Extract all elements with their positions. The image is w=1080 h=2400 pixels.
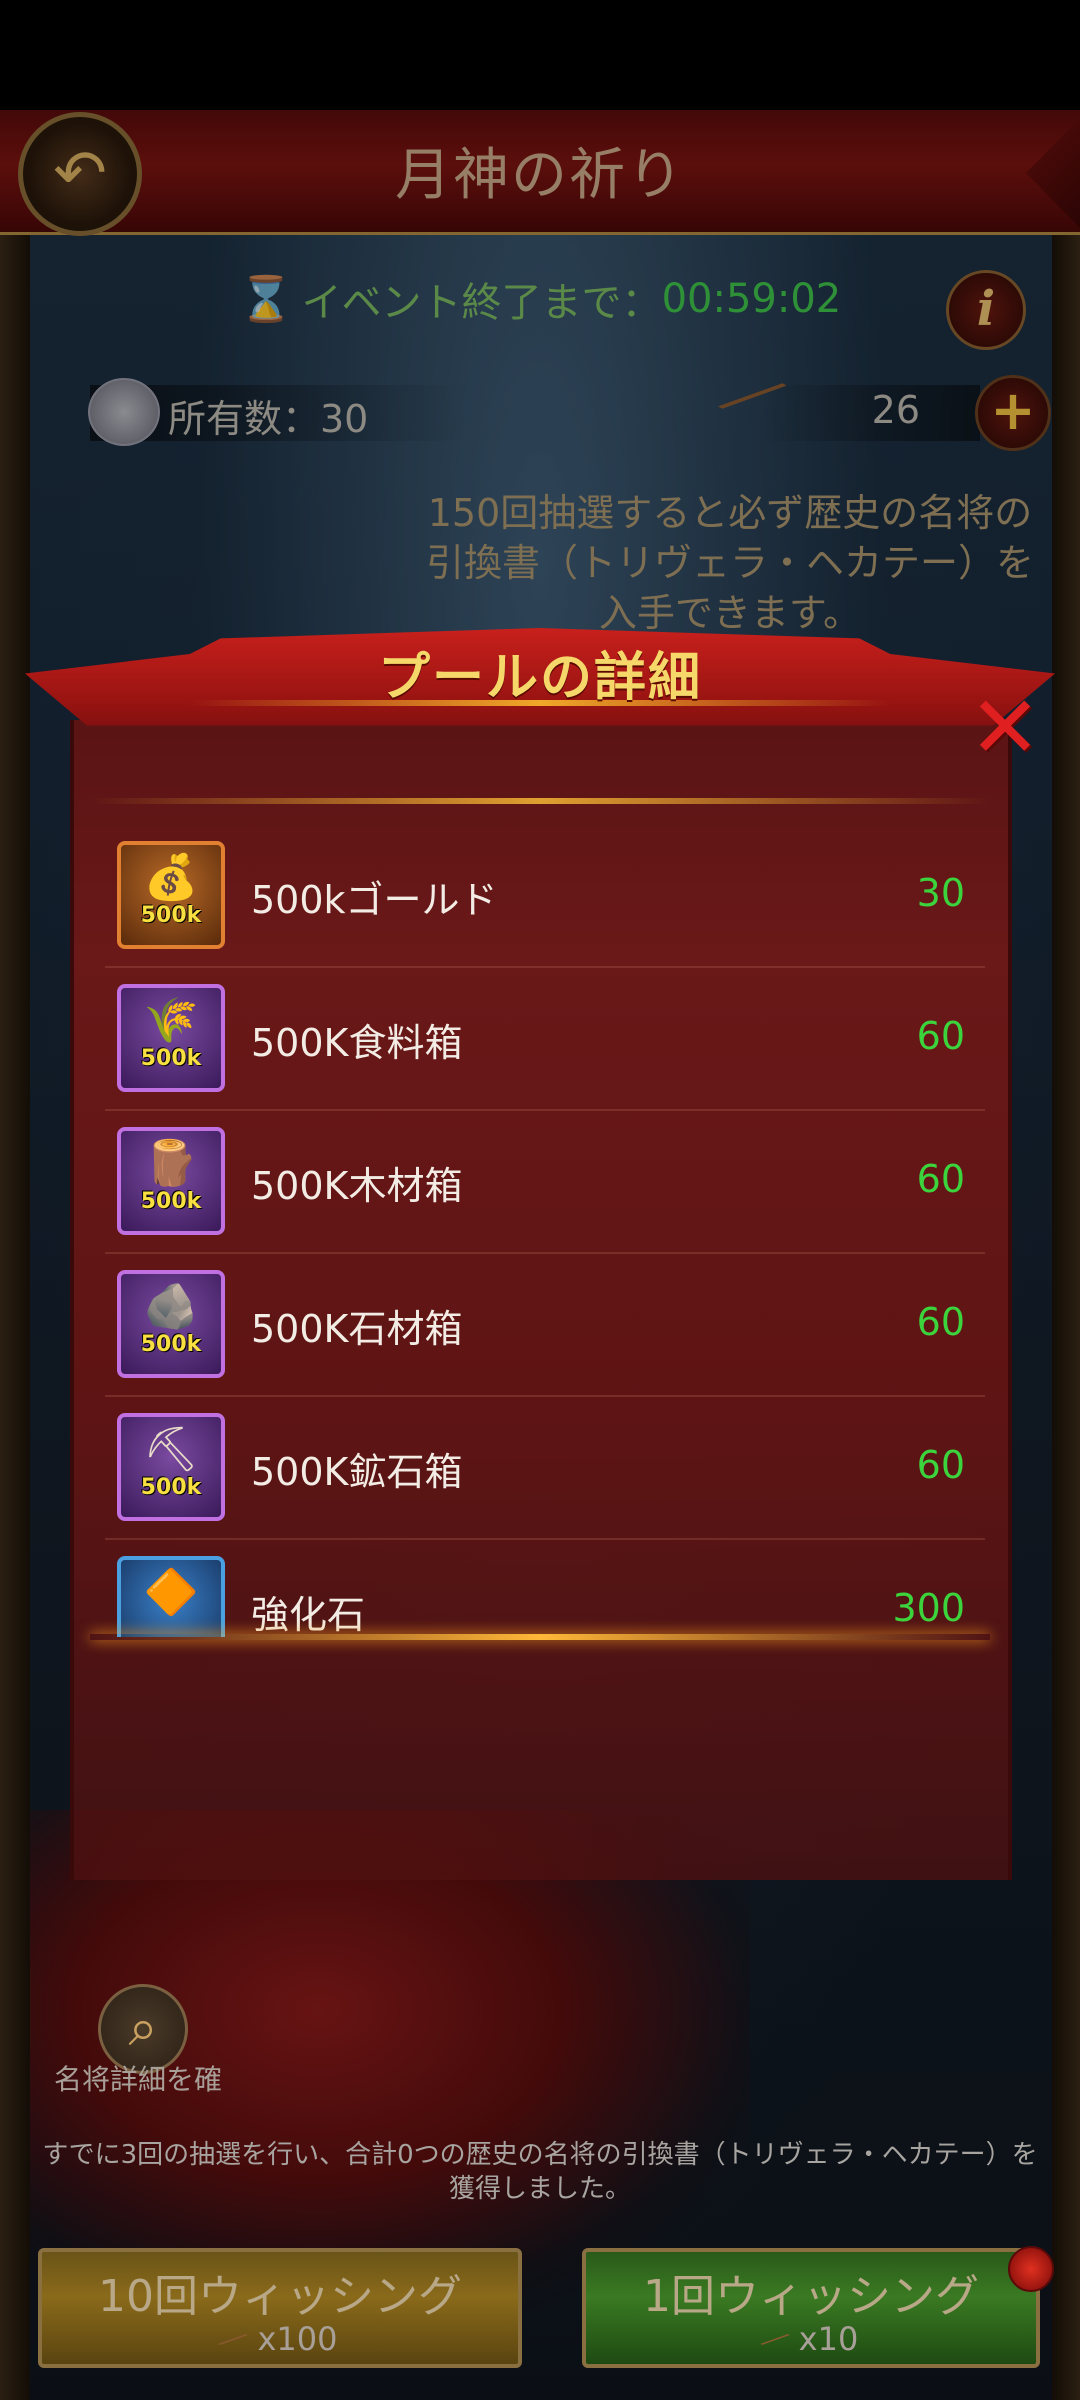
item-name: 500kゴールド — [251, 878, 498, 922]
wish-10-button[interactable]: 10回ウィッシング ⟋ x100 — [38, 2248, 522, 2368]
wish-10-label: 10回ウィッシング — [98, 2271, 462, 2322]
crystal-icon: 🔶 — [117, 1556, 225, 1637]
wheat-icon: 🌾 500k — [117, 984, 225, 1092]
item-name: 500K石材箱 — [251, 1307, 463, 1351]
modal-title: プールの詳細 — [377, 648, 702, 708]
stone-icon: 🪨 500k — [117, 1270, 225, 1378]
wish-10-cost: ⟋ x100 — [215, 2320, 338, 2361]
list-item: ⛏ 500k 500K鉱石箱 60 — [105, 1397, 985, 1540]
close-button[interactable]: ✕ — [965, 685, 1045, 771]
list-item: 💰 500k 500kゴールド 30 — [105, 825, 985, 968]
wish-1-label: 1回ウィッシング — [643, 2271, 979, 2322]
item-count: 60 — [916, 1300, 965, 1344]
item-count: 60 — [916, 1157, 965, 1201]
lumber-icon: 🪵 500k — [117, 1127, 225, 1235]
item-count: 300 — [892, 1586, 965, 1630]
draw-progress-text: すでに3回の抽選を行い、合計0つの歴史の名将の引換書（トリヴェラ・ヘカテー）を獲… — [42, 2140, 1038, 2204]
top-divider — [90, 798, 990, 804]
item-name: 500K食料箱 — [251, 1021, 463, 1065]
ore-icon: ⛏ 500k — [117, 1413, 225, 1521]
pool-item-list[interactable]: 💰 500k 500kゴールド 30 🌾 500k 500K食料箱 60 🪵 500k… — [105, 825, 985, 1637]
staff-icon: ⟋ — [756, 2320, 793, 2361]
list-item: 🪵 500k 500K木材箱 60 — [105, 1111, 985, 1254]
item-name: 強化石 — [251, 1593, 366, 1637]
list-item: 🌾 500k 500K食料箱 60 — [105, 968, 985, 1111]
item-count: 60 — [916, 1014, 965, 1058]
item-name: 500K鉱石箱 — [251, 1450, 463, 1494]
item-name: 500K木材箱 — [251, 1164, 463, 1208]
wish-1-button[interactable]: 1回ウィッシング ⟋ x10 — [582, 2248, 1040, 2368]
notification-dot — [1008, 2246, 1054, 2292]
gold-coins-icon: 💰 500k — [117, 841, 225, 949]
item-count: 60 — [916, 1443, 965, 1487]
wish-1-cost: ⟋ x10 — [756, 2320, 859, 2361]
list-item: 🔶 強化石 300 — [105, 1540, 985, 1637]
item-count: 30 — [916, 871, 965, 915]
hero-detail-label[interactable]: 名将詳細を確 — [54, 2058, 222, 2098]
staff-icon: ⟋ — [215, 2320, 251, 2361]
bottom-divider — [90, 1634, 990, 1640]
list-item: 🪨 500k 500K石材箱 60 — [105, 1254, 985, 1397]
